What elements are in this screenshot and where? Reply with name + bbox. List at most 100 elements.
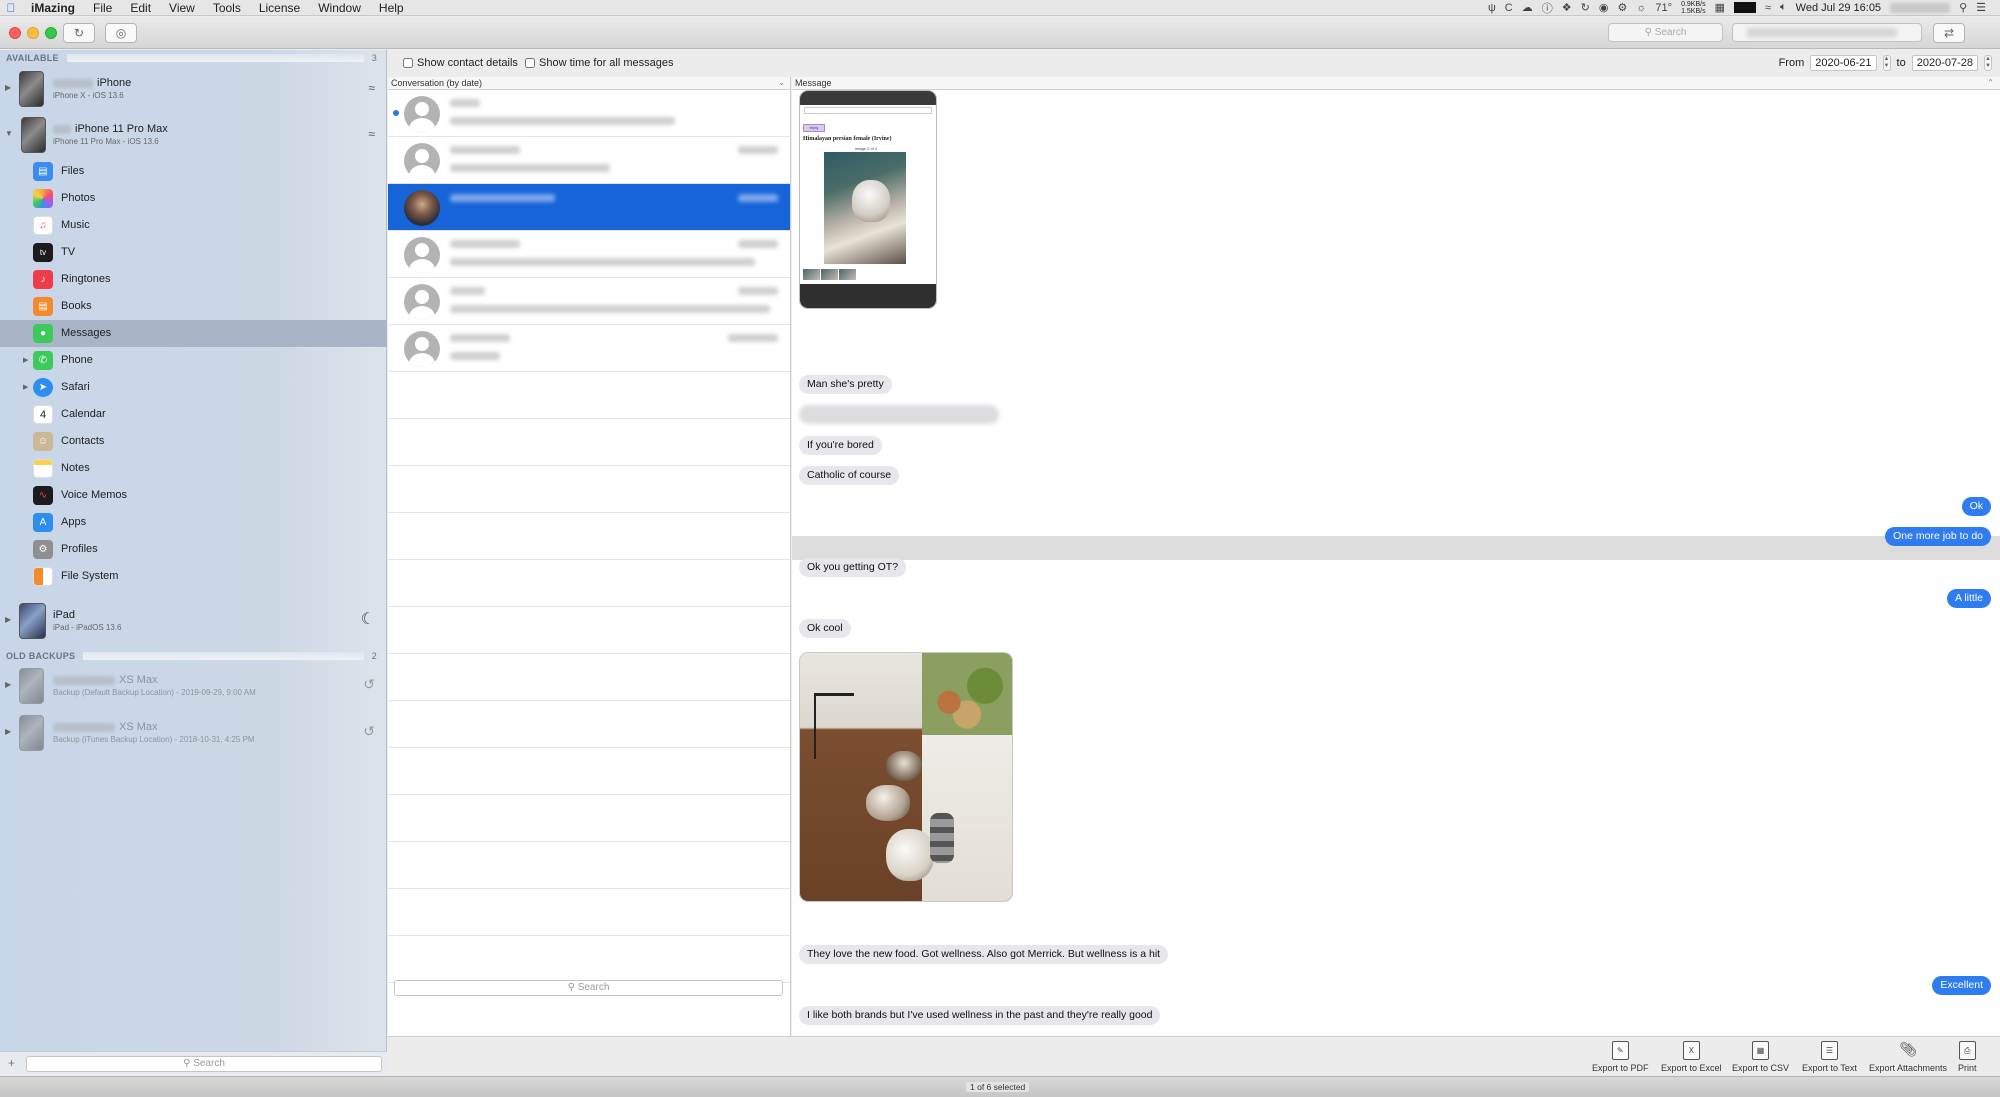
sidebar-item-calendar[interactable]: 4 Calendar: [0, 401, 387, 428]
cpu-graph[interactable]: [1733, 2, 1756, 13]
sidebar-item-messages[interactable]: ● Messages: [0, 320, 387, 347]
to-date-field[interactable]: 2020-07-28: [1911, 55, 1978, 71]
sidebar-item-books[interactable]: ▤ Books: [0, 293, 387, 320]
dropbox-icon[interactable]: ❖: [1562, 1, 1572, 14]
export-attachments-button[interactable]: 📎︎ Export Attachments: [1869, 1041, 1947, 1073]
device-ipad[interactable]: ▶ iPad iPad - iPadOS 13.6 ☾: [0, 599, 387, 643]
menu-window[interactable]: Window: [309, 1, 370, 15]
device-iphone[interactable]: ▶ iPhone iPhone X - iOS 13.6 ≈: [0, 67, 387, 111]
message-bubble-outgoing[interactable]: Ok: [1961, 497, 1991, 516]
show-contact-details-option[interactable]: Show contact details: [403, 57, 518, 69]
conversation-row-selected[interactable]: [388, 184, 790, 231]
show-contact-details-checkbox[interactable]: [403, 58, 413, 68]
menu-view[interactable]: View: [160, 1, 204, 15]
export-csv-button[interactable]: ▦ Export to CSV: [1732, 1041, 1789, 1073]
weather-icon[interactable]: ☼: [1636, 2, 1646, 14]
disclosure-right-icon[interactable]: ▶: [5, 727, 11, 736]
globe-icon[interactable]: ◉: [1599, 1, 1609, 14]
menu-help[interactable]: Help: [370, 1, 413, 15]
temperature-readout[interactable]: 71°: [1655, 2, 1672, 14]
zoom-window-button[interactable]: [45, 27, 57, 39]
notification-center-icon[interactable]: ☰: [1976, 1, 1986, 14]
print-button[interactable]: ⎙ Print: [1958, 1041, 1977, 1073]
sidebar-search-input[interactable]: ⚲ Search: [26, 1056, 382, 1072]
sidebar-item-phone[interactable]: ▶ ✆ Phone: [0, 347, 387, 374]
sidebar-item-notes[interactable]: Notes: [0, 455, 387, 482]
sidebar-item-music[interactable]: ♫ Music: [0, 212, 387, 239]
message-bubble-incoming[interactable]: Ok cool: [799, 619, 851, 638]
menu-edit[interactable]: Edit: [121, 1, 160, 15]
c-app-icon[interactable]: C: [1505, 2, 1513, 14]
message-bubble-incoming[interactable]: Catholic of course: [799, 466, 900, 485]
message-bubble-incoming[interactable]: Ok you getting OT?: [799, 558, 907, 577]
volume-icon[interactable]: 🔈︎: [1780, 1, 1787, 14]
eye-button[interactable]: ◎: [105, 23, 137, 43]
refresh-button[interactable]: ↻: [63, 23, 95, 43]
grid-icon[interactable]: ▦: [1715, 1, 1725, 14]
to-date-stepper[interactable]: ▲ ▼: [1984, 55, 1992, 71]
disclosure-right-icon[interactable]: ▶: [23, 356, 28, 364]
menu-tools[interactable]: Tools: [204, 1, 250, 15]
sidebar-item-safari[interactable]: ▶ ➤ Safari: [0, 374, 387, 401]
disclosure-down-icon[interactable]: ▼: [5, 129, 13, 138]
menu-app-name[interactable]: iMazing: [22, 1, 84, 15]
cats-eating-photo[interactable]: [799, 652, 1013, 902]
network-speed[interactable]: 0.9KB/s 1.5KB/s: [1681, 1, 1706, 15]
disclosure-right-icon[interactable]: ▶: [5, 83, 11, 92]
settings-icon[interactable]: ⚙: [1617, 1, 1627, 14]
message-bubble-outgoing[interactable]: A little: [1946, 589, 1991, 608]
sync-icon[interactable]: ↻: [1581, 1, 1590, 14]
sidebar-item-contacts[interactable]: ☺ Contacts: [0, 428, 387, 455]
export-excel-button[interactable]: X Export to Excel: [1661, 1041, 1722, 1073]
add-icon[interactable]: +: [8, 1056, 15, 1070]
message-bubble-outgoing[interactable]: One more job to do: [1885, 527, 1991, 546]
message-column-header[interactable]: Message ⌃: [792, 77, 2000, 90]
conversation-row[interactable]: [388, 231, 790, 278]
sidebar-item-tv[interactable]: tv TV: [0, 239, 387, 266]
user-name-redacted[interactable]: [1890, 2, 1951, 13]
conversation-row[interactable]: [388, 90, 790, 137]
from-date-stepper[interactable]: ▲ ▼: [1882, 55, 1891, 71]
from-date-field[interactable]: 2020-06-21: [1810, 55, 1877, 71]
message-bubble-outgoing[interactable]: Excellent: [1932, 976, 1991, 995]
message-bubble-incoming[interactable]: Man she's pretty: [799, 375, 892, 394]
disclosure-right-icon[interactable]: ▶: [5, 680, 11, 689]
toolbar-search-input[interactable]: ⚲ Search: [1608, 23, 1723, 42]
backup-xs-max-1[interactable]: ▶ XS Max Backup (Default Backup Location…: [0, 664, 387, 708]
message-bubble-incoming[interactable]: They love the new food. Got wellness. Al…: [799, 945, 1169, 964]
info-icon[interactable]: ⓘ: [1542, 0, 1553, 16]
clock[interactable]: Wed Jul 29 16:05: [1796, 2, 1881, 14]
apple-menu-icon[interactable]: : [0, 1, 22, 15]
disclosure-right-icon[interactable]: ▶: [23, 383, 28, 391]
screenshot-attachment[interactable]: reply Himalayan persian female (Irvine) …: [799, 90, 937, 309]
disclosure-right-icon[interactable]: ▶: [5, 615, 11, 624]
conversation-row[interactable]: [388, 278, 790, 325]
cloud-icon[interactable]: ☁: [1522, 1, 1533, 14]
spotlight-icon[interactable]: ⚲: [1959, 1, 1967, 14]
sidebar-item-file-system[interactable]: File System: [0, 563, 387, 590]
menu-license[interactable]: License: [250, 1, 309, 15]
wifi-status-icon[interactable]: ≈: [1765, 2, 1771, 14]
message-bubble-incoming[interactable]: If you're bored: [799, 436, 882, 455]
sidebar-item-apps[interactable]: A Apps: [0, 509, 387, 536]
sidebar-item-ringtones[interactable]: ♪ Ringtones: [0, 266, 387, 293]
sidebar-item-files[interactable]: ▤ Files: [0, 158, 387, 185]
message-bubble-incoming[interactable]: I like both brands but I've used wellnes…: [799, 1006, 1161, 1025]
usb-icon[interactable]: ψ: [1488, 2, 1496, 14]
export-pdf-button[interactable]: ✎ Export to PDF: [1592, 1041, 1649, 1073]
conversation-row[interactable]: [388, 137, 790, 184]
device-iphone-11-pro-max[interactable]: ▼ iPhone 11 Pro Max iPhone 11 Pro Max - …: [0, 113, 387, 157]
message-bubble-redacted[interactable]: [799, 405, 999, 424]
close-window-button[interactable]: [9, 27, 21, 39]
activity-field[interactable]: [1732, 23, 1922, 42]
conversation-row[interactable]: [388, 325, 790, 372]
minimize-window-button[interactable]: [27, 27, 39, 39]
export-text-button[interactable]: ☰ Export to Text: [1802, 1041, 1857, 1073]
sidebar-item-voice-memos[interactable]: ∿ Voice Memos: [0, 482, 387, 509]
transfer-button[interactable]: ⇄: [1933, 23, 1965, 43]
sidebar-item-profiles[interactable]: ⚙ Profiles: [0, 536, 387, 563]
show-time-option[interactable]: Show time for all messages: [525, 57, 674, 69]
menu-file[interactable]: File: [84, 1, 121, 15]
backup-xs-max-2[interactable]: ▶ XS Max Backup (iTunes Backup Location)…: [0, 711, 387, 755]
show-time-checkbox[interactable]: [525, 58, 535, 68]
